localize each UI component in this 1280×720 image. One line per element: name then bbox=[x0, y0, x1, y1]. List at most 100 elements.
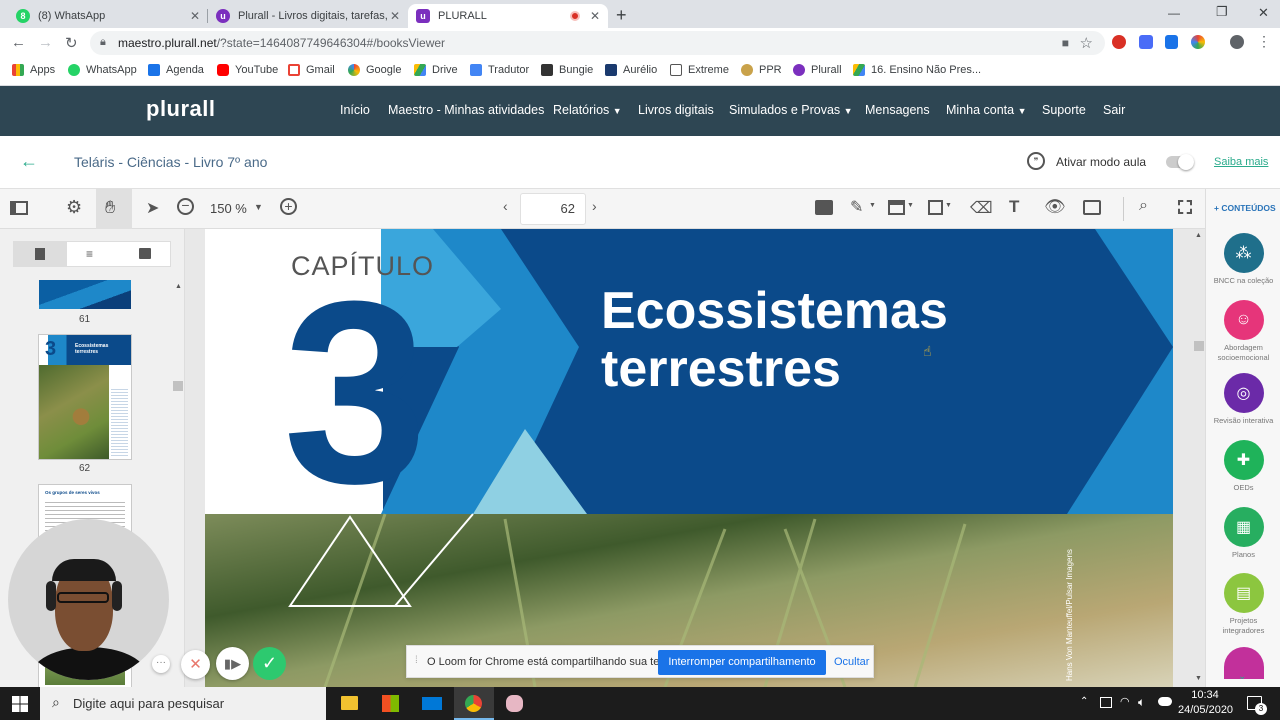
eraser-icon[interactable]: ⌫ bbox=[970, 198, 993, 218]
tab-plurall-books[interactable]: u Plurall - Livros digitais, tarefas, tu… bbox=[208, 4, 408, 28]
bncc-button[interactable]: ⁂ BNCC na coleção bbox=[1206, 233, 1280, 286]
bookmark-tradutor[interactable]: Tradutor bbox=[470, 64, 529, 76]
caret-down-icon[interactable]: ▼ bbox=[869, 202, 876, 209]
shape-icon[interactable] bbox=[928, 200, 943, 215]
loom-finish-button[interactable]: ✓ bbox=[253, 647, 286, 680]
pen-icon[interactable]: ✎ bbox=[850, 197, 863, 217]
extension-icon[interactable] bbox=[1139, 35, 1153, 49]
zoom-in-icon[interactable]: + bbox=[280, 198, 297, 215]
bookmark-extreme[interactable]: Extreme bbox=[670, 64, 729, 76]
menu-livros-digitais[interactable]: Livros digitais bbox=[638, 103, 714, 117]
minimize-button[interactable]: — bbox=[1168, 6, 1180, 20]
mail-icon[interactable] bbox=[422, 697, 442, 710]
volume-icon[interactable]: 🔈︎ bbox=[1138, 695, 1145, 710]
profile-avatar[interactable] bbox=[1230, 35, 1244, 49]
menu-suporte[interactable]: Suporte bbox=[1042, 103, 1086, 117]
taskbar-chrome[interactable] bbox=[454, 687, 494, 720]
prev-page-icon[interactable]: ‹ bbox=[503, 198, 508, 214]
close-icon[interactable]: ✕ bbox=[190, 9, 200, 23]
tab-outline[interactable]: ≡ bbox=[86, 247, 93, 261]
taskbar-search[interactable]: ⌕ Digite aqui para pesquisar bbox=[40, 687, 326, 720]
window-close-button[interactable]: ✕ bbox=[1258, 5, 1269, 21]
chevron-up-icon[interactable]: ⌃ bbox=[1080, 696, 1088, 707]
bookmark-ensino[interactable]: 16. Ensino Não Pres... bbox=[853, 64, 981, 76]
scroll-thumb[interactable] bbox=[173, 381, 183, 391]
menu-simulados[interactable]: Simulados e Provas ▼ bbox=[729, 103, 853, 117]
store-icon[interactable] bbox=[382, 695, 399, 712]
close-icon[interactable]: ✕ bbox=[590, 9, 600, 23]
tab-thumbnails[interactable] bbox=[14, 242, 67, 266]
app-icon[interactable] bbox=[506, 695, 523, 712]
class-mode-toggle[interactable] bbox=[1166, 154, 1194, 170]
tab-annotations[interactable] bbox=[139, 248, 151, 259]
planos-button[interactable]: ▦ Planos bbox=[1206, 507, 1280, 560]
forward-arrow-icon[interactable]: → bbox=[38, 34, 53, 51]
conteudos-link[interactable]: + CONTEÚDOS bbox=[1214, 203, 1276, 213]
drag-handle-icon[interactable]: ⁞ bbox=[415, 655, 418, 666]
thumbnail-page-62[interactable]: 3 Ecossistemas terrestres bbox=[39, 335, 131, 459]
wifi-icon[interactable]: ◠ bbox=[1120, 695, 1130, 708]
pointer-icon[interactable]: ➤ bbox=[146, 198, 159, 218]
bookmark-youtube[interactable]: YouTube bbox=[217, 64, 278, 76]
restore-button[interactable]: ❐ bbox=[1216, 4, 1228, 20]
viewer-scrollbar[interactable]: ▲ ▼ bbox=[1193, 229, 1205, 687]
revisao-interativa-button[interactable]: ◎ Revisão interativa bbox=[1206, 373, 1280, 426]
bookmark-gmail[interactable]: Gmail bbox=[288, 64, 335, 76]
caret-down-icon[interactable]: ▼ bbox=[907, 202, 914, 209]
bookmark-apps[interactable]: Apps bbox=[12, 64, 55, 76]
bookmark-bungie[interactable]: Bungie bbox=[541, 64, 593, 76]
windows-start-icon[interactable] bbox=[12, 696, 28, 712]
text-tool-icon[interactable]: T bbox=[1009, 197, 1019, 217]
cloud-icon[interactable] bbox=[1158, 697, 1172, 706]
close-icon[interactable]: ✕ bbox=[390, 9, 400, 23]
tab-plurall[interactable]: u PLURALL ✕ bbox=[408, 4, 608, 28]
page-number-input[interactable]: 62 bbox=[520, 193, 586, 225]
tab-whatsapp[interactable]: 8 (8) WhatsApp ✕ bbox=[8, 4, 208, 28]
bookmark-plurall[interactable]: Plurall bbox=[793, 64, 842, 76]
menu-minha-conta[interactable]: Minha conta ▼ bbox=[946, 103, 1027, 117]
notes-icon[interactable] bbox=[1083, 200, 1101, 215]
oeds-button[interactable]: ✚ OEDs bbox=[1206, 440, 1280, 493]
menu-mensagens[interactable]: Mensagens bbox=[865, 103, 930, 117]
fullscreen-icon[interactable] bbox=[1178, 200, 1192, 214]
scroll-up-icon[interactable]: ▲ bbox=[1195, 232, 1202, 239]
file-explorer-icon[interactable] bbox=[341, 696, 358, 710]
bookmark-drive[interactable]: Drive bbox=[414, 64, 458, 76]
menu-sair[interactable]: Sair bbox=[1103, 103, 1125, 117]
hide-button[interactable]: Ocultar bbox=[834, 656, 869, 668]
stop-sharing-button[interactable]: Interromper compartilhamento bbox=[658, 650, 826, 675]
learn-more-link[interactable]: Saiba mais bbox=[1214, 156, 1268, 168]
thumbnail-page-61[interactable] bbox=[39, 280, 131, 309]
bookmark-whatsapp[interactable]: WhatsApp bbox=[68, 64, 137, 76]
bookmark-agenda[interactable]: Agenda bbox=[148, 64, 204, 76]
bookmark-ppr[interactable]: PPR bbox=[741, 64, 782, 76]
comment-icon[interactable] bbox=[815, 200, 833, 215]
projetos-button[interactable]: ▤ Projetos integradores bbox=[1206, 573, 1280, 636]
extension-opera-icon[interactable] bbox=[1112, 35, 1126, 49]
bookmark-google[interactable]: Google bbox=[348, 64, 401, 76]
menu-inicio[interactable]: Início bbox=[340, 103, 370, 117]
page-viewer[interactable]: CAPÍTULO 3 Ecossistemas terrestres ☝︎ Ha… bbox=[185, 229, 1205, 687]
gear-icon[interactable]: ⚙ bbox=[66, 197, 82, 218]
back-arrow-icon[interactable]: ← bbox=[11, 34, 26, 51]
kebab-menu-icon[interactable]: ⋮ bbox=[1257, 33, 1271, 50]
thumb-scrollbar[interactable]: ▲ bbox=[172, 281, 184, 681]
sidebar-toggle-icon[interactable] bbox=[10, 201, 28, 215]
scroll-down-icon[interactable]: ▼ bbox=[1195, 675, 1202, 682]
zoom-out-icon[interactable]: − bbox=[177, 198, 194, 215]
back-arrow-icon[interactable]: ← bbox=[20, 151, 38, 172]
battery-icon[interactable] bbox=[1100, 697, 1112, 708]
caret-down-icon[interactable]: ▼ bbox=[945, 202, 952, 209]
menu-relatorios[interactable]: Relatórios ▼ bbox=[553, 103, 622, 117]
chevron-down-icon[interactable]: ⌄ bbox=[1238, 671, 1246, 682]
clock-time[interactable]: 10:34 bbox=[1178, 689, 1232, 701]
extension-bookmark-icon[interactable] bbox=[1165, 35, 1178, 49]
new-tab-button[interactable]: + bbox=[616, 5, 627, 26]
menu-maestro[interactable]: Maestro - Minhas atividades bbox=[388, 103, 544, 117]
pan-tool-button[interactable]: ✋︎ bbox=[96, 189, 132, 229]
loom-more-button[interactable]: ··· bbox=[152, 655, 170, 673]
socioemocional-button[interactable]: ☺ Abordagem socioemocional bbox=[1206, 300, 1280, 363]
loom-pause-button[interactable]: ▮▶ bbox=[216, 647, 249, 680]
webcam-bubble[interactable] bbox=[8, 519, 169, 680]
camera-icon[interactable]: ■ bbox=[1062, 36, 1069, 50]
